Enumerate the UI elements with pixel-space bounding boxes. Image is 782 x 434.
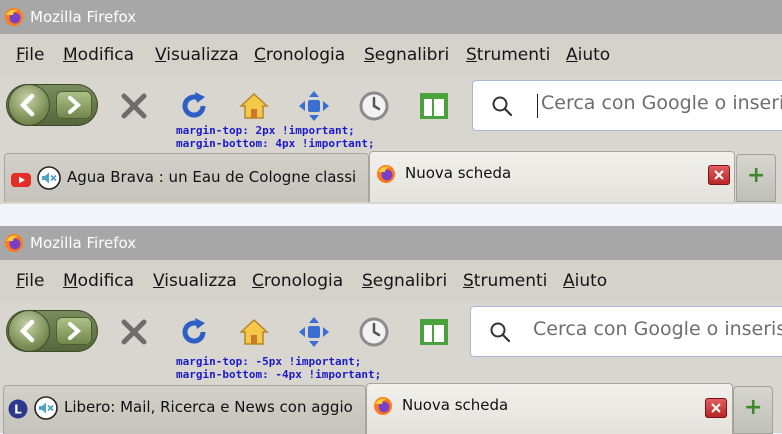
plus-icon: + <box>744 395 763 420</box>
css-note-line: margin-top: -5px !important; <box>176 355 362 368</box>
menu-aiuto[interactable]: Aiuto <box>566 45 610 65</box>
browser-window-1: Mozilla Firefox File Modifica Visualizza… <box>0 0 782 204</box>
sidebar-panel-icon[interactable] <box>418 90 450 122</box>
window-title: Mozilla Firefox <box>30 234 137 252</box>
pan-arrows-icon[interactable] <box>298 90 330 122</box>
home-icon[interactable] <box>238 90 270 122</box>
tab-title: Libero: Mail, Ricerca e News con aggio <box>64 398 353 416</box>
title-bar: Mozilla Firefox <box>0 226 782 260</box>
menu-bar: File Modifica Visualizza Cronologia Segn… <box>0 260 782 303</box>
pan-arrows-icon[interactable] <box>298 316 330 348</box>
search-bar[interactable] <box>470 306 782 357</box>
new-tab-button[interactable]: + <box>733 386 773 434</box>
menu-segnalibri[interactable]: Segnalibri <box>364 45 449 65</box>
clock-icon[interactable] <box>358 316 390 348</box>
css-note-line: margin-bottom: -4px !important; <box>176 368 382 381</box>
back-button[interactable] <box>9 85 49 125</box>
menu-modifica[interactable]: Modifica <box>63 45 134 65</box>
css-note: margin-top: 2px !important; margin-botto… <box>176 124 375 150</box>
close-tab-button[interactable] <box>705 398 727 418</box>
back-arrow-icon <box>19 319 35 343</box>
browser-window-2: Mozilla Firefox File Modifica Visualizza… <box>0 226 782 434</box>
back-arrow-icon <box>19 93 35 117</box>
tab-title: Nuova scheda <box>405 164 512 182</box>
firefox-icon <box>5 234 23 252</box>
firefox-icon <box>377 165 395 183</box>
menu-strumenti[interactable]: Strumenti <box>463 271 547 291</box>
menu-strumenti[interactable]: Strumenti <box>466 45 550 65</box>
menu-visualizza[interactable]: Visualizza <box>153 271 237 291</box>
navigation-toolbar <box>0 302 782 362</box>
close-tab-button[interactable] <box>708 165 730 185</box>
back-button[interactable] <box>9 311 49 351</box>
tab-nuova-scheda[interactable]: Nuova scheda <box>369 151 735 202</box>
menu-segnalibri[interactable]: Segnalibri <box>362 271 447 291</box>
tab-title: Agua Brava : un Eau de Cologne classi <box>67 168 357 186</box>
menu-file[interactable]: File <box>16 271 44 291</box>
forward-arrow-icon <box>68 96 82 114</box>
forward-button[interactable] <box>56 91 92 119</box>
forward-arrow-icon <box>68 322 82 340</box>
home-icon[interactable] <box>238 316 270 348</box>
close-icon <box>714 170 724 180</box>
menu-cronologia[interactable]: Cronologia <box>252 271 343 291</box>
firefox-icon <box>374 397 392 415</box>
menu-visualizza[interactable]: Visualizza <box>155 45 239 65</box>
libero-icon: L <box>8 399 28 419</box>
tab-title: Nuova scheda <box>402 396 509 414</box>
reload-icon[interactable] <box>178 316 210 348</box>
search-icon <box>492 96 513 117</box>
css-note-line: margin-top: 2px !important; <box>176 124 355 137</box>
clock-icon[interactable] <box>358 90 390 122</box>
forward-button[interactable] <box>56 317 92 345</box>
tab-agua-brava[interactable]: Agua Brava : un Eau de Cologne classi <box>4 153 369 202</box>
firefox-icon <box>5 8 23 26</box>
search-bar[interactable] <box>472 80 782 131</box>
tab-nuova-scheda[interactable]: Nuova scheda <box>366 383 733 434</box>
tab-libero[interactable]: L Libero: Mail, Ricerca e News con aggio <box>3 385 366 434</box>
sidebar-panel-icon[interactable] <box>418 316 450 348</box>
reload-icon[interactable] <box>178 90 210 122</box>
search-input[interactable] <box>541 92 782 114</box>
speaker-muted-icon[interactable] <box>34 396 58 420</box>
menu-aiuto[interactable]: Aiuto <box>563 271 607 291</box>
youtube-icon <box>11 173 31 187</box>
plus-icon: + <box>747 163 766 188</box>
css-note: margin-top: -5px !important; margin-bott… <box>176 355 381 381</box>
stop-x-icon[interactable] <box>118 90 150 122</box>
stop-x-icon[interactable] <box>118 316 150 348</box>
menu-bar: File Modifica Visualizza Cronologia Segn… <box>0 34 782 77</box>
menu-cronologia[interactable]: Cronologia <box>254 45 345 65</box>
search-input[interactable] <box>533 318 782 340</box>
speaker-muted-icon[interactable] <box>37 166 61 190</box>
menu-modifica[interactable]: Modifica <box>63 271 134 291</box>
close-icon <box>711 403 721 413</box>
css-note-line: margin-bottom: 4px !important; <box>176 137 375 150</box>
text-caret <box>537 94 538 118</box>
svg-text:L: L <box>14 403 22 417</box>
window-title: Mozilla Firefox <box>30 8 137 26</box>
new-tab-button[interactable]: + <box>736 154 776 202</box>
menu-file[interactable]: File <box>16 45 44 65</box>
title-bar: Mozilla Firefox <box>0 0 782 34</box>
navigation-toolbar <box>0 76 782 136</box>
search-icon <box>490 322 511 343</box>
